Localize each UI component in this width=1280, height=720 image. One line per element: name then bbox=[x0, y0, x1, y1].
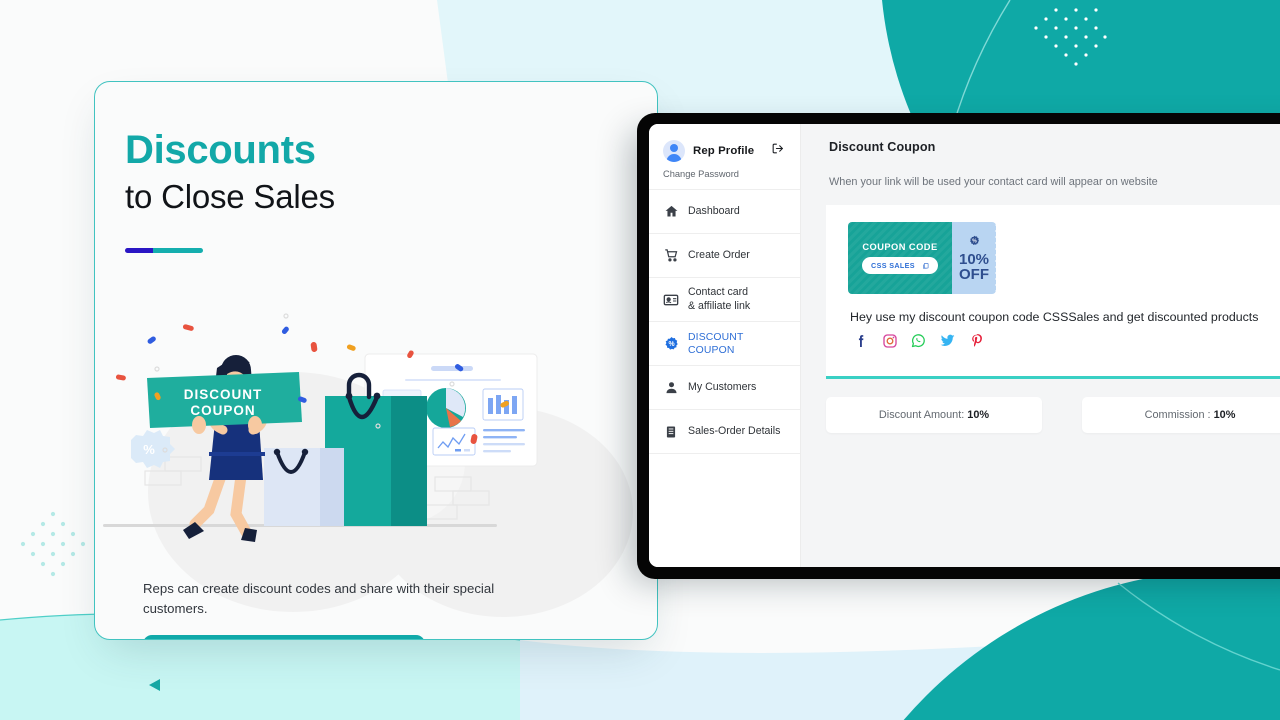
accent-bar-blue bbox=[125, 248, 154, 253]
commission-label: Commission : bbox=[1144, 409, 1211, 421]
svg-text:%: % bbox=[143, 442, 155, 457]
sidebar-item-create-order[interactable]: Create Order bbox=[649, 234, 800, 278]
home-icon bbox=[663, 204, 679, 220]
profile-row[interactable]: Rep Profile bbox=[649, 124, 800, 162]
instagram-icon[interactable] bbox=[881, 332, 898, 349]
coupon-ticket-right: % 10% OFF bbox=[952, 222, 996, 294]
cart-icon bbox=[663, 248, 679, 264]
discount-badge-icon: % bbox=[663, 336, 679, 352]
device-frame: Rep Profile Change Password Dashboard Cr… bbox=[637, 113, 1280, 579]
coupon-panel: COUPON CODE CSS SALES % 10% OFF Hey use … bbox=[826, 205, 1280, 379]
share-message: Hey use my discount coupon code CSSSales… bbox=[850, 310, 1259, 324]
sidebar-item-discount-coupon[interactable]: % DISCOUNT COUPON bbox=[649, 322, 800, 366]
svg-text:%: % bbox=[668, 341, 674, 348]
commission-stat: Commission : 10% bbox=[1082, 397, 1280, 433]
discount-amount-value: 10% bbox=[967, 409, 990, 421]
profile-name: Rep Profile bbox=[693, 145, 755, 157]
sidebar-item-contact-card[interactable]: Contact card & affiliate link bbox=[649, 278, 800, 322]
sidebar-item-label: Create Order bbox=[688, 248, 750, 261]
coupon-heading: COUPON CODE bbox=[862, 242, 938, 252]
contact-card-icon bbox=[663, 292, 679, 308]
page-title: Discount Coupon bbox=[829, 140, 936, 154]
promo-cta-button[interactable] bbox=[143, 635, 425, 639]
device-screen: Rep Profile Change Password Dashboard Cr… bbox=[649, 124, 1280, 567]
change-password-link[interactable]: Change Password bbox=[649, 162, 800, 189]
discount-amount-stat: Discount Amount: 10% bbox=[826, 397, 1042, 433]
promo-title: Discounts to Close Sales bbox=[125, 128, 605, 216]
app-main-panel: Discount Coupon When your link will be u… bbox=[801, 124, 1280, 567]
promo-title-line2: to Close Sales bbox=[125, 178, 335, 216]
page-subtitle: When your link will be used your contact… bbox=[829, 176, 1158, 188]
svg-text:COUPON: COUPON bbox=[190, 403, 255, 418]
avatar bbox=[663, 140, 685, 162]
commission-value: 10% bbox=[1213, 409, 1236, 421]
pinterest-icon[interactable] bbox=[968, 332, 985, 349]
accent-bar-teal bbox=[153, 248, 203, 253]
illus-light-bag bbox=[264, 448, 344, 526]
copy-icon[interactable] bbox=[922, 262, 929, 270]
coupon-code-value: CSS SALES bbox=[871, 261, 915, 270]
sidebar-item-label: DISCOUNT COUPON bbox=[688, 331, 744, 356]
coupon-off-label: OFF bbox=[959, 266, 989, 284]
facebook-icon[interactable] bbox=[852, 332, 869, 349]
discount-amount-label: Discount Amount: bbox=[878, 409, 965, 421]
social-share-row bbox=[852, 332, 1280, 349]
svg-text:%: % bbox=[972, 238, 977, 244]
sidebar-item-label: Sales-Order Details bbox=[688, 424, 781, 437]
coupon-code-chip[interactable]: CSS SALES bbox=[862, 257, 938, 274]
sidebar-item-label: Contact card & affiliate link bbox=[688, 286, 751, 312]
stats-row: Discount Amount: 10% Commission : 10% bbox=[826, 397, 1280, 433]
coupon-ticket: COUPON CODE CSS SALES % 10% OFF bbox=[848, 222, 996, 294]
twitter-icon[interactable] bbox=[939, 332, 956, 349]
sidebar-item-my-customers[interactable]: My Customers bbox=[649, 366, 800, 410]
coupon-ticket-left: COUPON CODE CSS SALES bbox=[848, 222, 952, 294]
svg-text:DISCOUNT: DISCOUNT bbox=[184, 387, 263, 402]
discount-illustration: DISCOUNT COUPON % bbox=[103, 313, 633, 617]
promo-caption: Reps can create discount codes and share… bbox=[143, 581, 495, 616]
sidebar-item-label: Dashboard bbox=[688, 204, 740, 217]
sidebar-item-dashboard[interactable]: Dashboard bbox=[649, 190, 800, 234]
sidebar-item-label: My Customers bbox=[688, 380, 757, 393]
sidebar-item-sales-order-details[interactable]: Sales-Order Details bbox=[649, 410, 800, 454]
coupon-percent: 10% bbox=[958, 251, 990, 269]
promo-card: Discounts to Close Sales DISCOUNT COUPON… bbox=[94, 81, 658, 640]
logout-icon[interactable] bbox=[771, 142, 784, 160]
sidebar-nav: Dashboard Create Order Contact card & af… bbox=[649, 189, 800, 454]
whatsapp-icon[interactable] bbox=[910, 332, 927, 349]
promo-title-line1: Discounts bbox=[125, 128, 316, 172]
accent-bar bbox=[125, 248, 203, 253]
discount-badge-icon: % bbox=[969, 233, 980, 251]
list-icon bbox=[663, 424, 679, 440]
app-sidebar: Rep Profile Change Password Dashboard Cr… bbox=[649, 124, 801, 567]
user-icon bbox=[663, 380, 679, 396]
